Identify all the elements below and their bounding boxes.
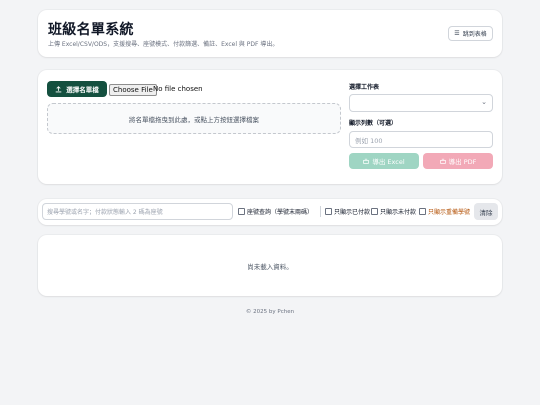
list-icon: ☰ (454, 30, 460, 37)
checkbox-box[interactable] (325, 208, 332, 215)
export-pdf-label: 導出 PDF (448, 158, 477, 166)
footer-text: © 2025 by Pchen (245, 309, 295, 315)
unpaid-only-label: 只顯示未付款 (380, 209, 417, 216)
filter-card: 搜尋學號或名字；付款狀態輸入 2 碼為座號 座號查詢（學號末兩碼） 只顯示已付款… (38, 199, 502, 225)
file-dropzone[interactable]: 將名單檔拖曳到此處，或點上方按鈕選擇檔案 (47, 103, 341, 134)
remark-only-label: 只顯示重備學號 (428, 209, 471, 216)
row-count-input[interactable]: 例如 100 (349, 131, 493, 148)
search-input[interactable]: 搜尋學號或名字；付款狀態輸入 2 碼為座號 (42, 203, 233, 220)
results-card: 尚未載入資料。 (38, 235, 502, 296)
search-placeholder: 搜尋學號或名字；付款狀態輸入 2 碼為座號 (47, 209, 163, 216)
paid-only-checkbox[interactable]: 只顯示已付款 (325, 207, 370, 216)
jump-to-table-label: 跳到表格 (462, 31, 487, 38)
page-subtitle: 上傳 Excel/CSV/ODS，支援搜尋、座號模式、付款篩選、備註、Excel… (48, 41, 279, 48)
dropzone-text: 將名單檔拖曳到此處，或點上方按鈕選擇檔案 (129, 115, 259, 124)
seat-mode-label: 座號查詢（學號末兩碼） (247, 209, 314, 216)
divider (320, 206, 321, 217)
remark-only-checkbox[interactable]: 只顯示重備學號 (419, 207, 470, 216)
jump-to-table-button[interactable]: ☰ 跳到表格 (448, 26, 493, 41)
unpaid-only-checkbox[interactable]: 只顯示未付款 (371, 207, 416, 216)
chevron-down-icon: ⌄ (481, 98, 487, 106)
page-title: 班級名單系統 (48, 22, 134, 38)
seat-mode-checkbox[interactable]: 座號查詢（學號末兩碼） (238, 207, 313, 216)
checkbox-box[interactable] (238, 208, 245, 215)
file-status: No file chosen (153, 85, 203, 93)
upload-card: 選擇名單檔 Choose File No file chosen 將名單檔拖曳到… (38, 70, 502, 184)
download-icon (363, 158, 370, 164)
empty-state-text: 尚未載入資料。 (247, 263, 293, 271)
sheet-select[interactable]: ⌄ (349, 94, 493, 112)
checkbox-box[interactable] (371, 208, 378, 215)
export-excel-button[interactable]: 導出 Excel (349, 153, 419, 169)
sheet-select-label: 選擇工作表 (349, 84, 380, 91)
upload-icon (55, 85, 62, 92)
file-choose-button[interactable]: Choose File (109, 84, 157, 96)
header-card: 班級名單系統 上傳 Excel/CSV/ODS，支援搜尋、座號模式、付款篩選、備… (38, 10, 502, 57)
choose-roster-label: 選擇名單檔 (66, 86, 99, 94)
export-pdf-button[interactable]: 導出 PDF (423, 153, 493, 169)
clear-button[interactable]: 清除 (474, 203, 498, 220)
checkbox-box[interactable] (419, 208, 426, 215)
row-count-placeholder: 例如 100 (355, 136, 383, 145)
download-icon (439, 158, 446, 164)
export-excel-label: 導出 Excel (372, 158, 405, 166)
row-count-label: 顯示列數（可選） (349, 120, 398, 127)
choose-roster-button[interactable]: 選擇名單檔 (47, 81, 107, 97)
paid-only-label: 只顯示已付款 (334, 209, 371, 216)
